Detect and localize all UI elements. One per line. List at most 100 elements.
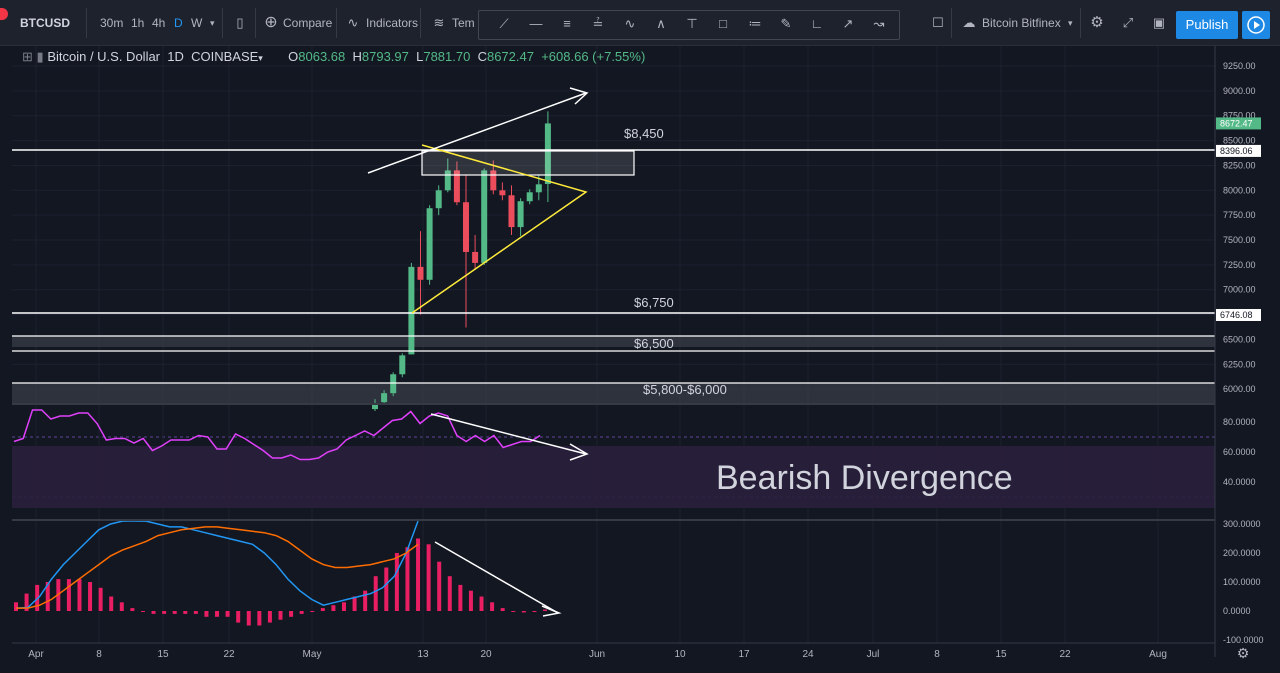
settings-gear-icon[interactable]: ⚙ — [1086, 12, 1108, 34]
time-tick-label: 20 — [480, 649, 492, 660]
abc-pattern-icon[interactable]: ≔ — [744, 13, 766, 35]
layout-name-button[interactable]: Bitcoin Bitfinex — [982, 11, 1061, 35]
bearish-divergence-label[interactable]: Bearish Divergence — [716, 459, 1013, 498]
toolbar-divider — [1080, 8, 1081, 38]
chart-settings-icon[interactable]: ⚙ — [1237, 646, 1250, 662]
interval-30m[interactable]: 30m — [100, 11, 123, 35]
time-tick-label: May — [303, 649, 322, 660]
price-tick-label: 7250.00 — [1223, 260, 1256, 270]
templates-icon[interactable]: ≋ — [428, 12, 450, 34]
price-axis[interactable]: 9250.009000.008750.008500.008250.008000.… — [1216, 61, 1264, 645]
last-price-label: 8672.47 — [1220, 118, 1253, 128]
legend-collapse-icon[interactable]: ⊞ — [22, 49, 33, 64]
candle-body[interactable] — [517, 201, 524, 228]
interval-dropdown-icon[interactable]: ▾ — [210, 11, 215, 35]
snapshot-camera-icon[interactable]: ▣ — [1148, 12, 1170, 34]
price-tick-label: 7750.00 — [1223, 210, 1256, 220]
macd-divergence-line[interactable] — [434, 541, 559, 614]
symbol-search[interactable]: BTCUSD — [20, 11, 70, 35]
layout-dropdown-icon[interactable]: ▾ — [1068, 11, 1073, 35]
horizontal-line-icon[interactable]: — — [525, 13, 547, 35]
macd-histogram-bar — [193, 611, 198, 614]
candle-body[interactable] — [417, 266, 424, 280]
interval-w[interactable]: W — [191, 11, 202, 35]
macd-histogram-bar — [119, 602, 124, 611]
candle-body[interactable] — [408, 266, 415, 355]
macd-histogram-bar — [246, 611, 251, 626]
templates-button[interactable]: Tem — [452, 11, 475, 35]
toolbar-divider — [222, 8, 223, 38]
brush-icon[interactable]: ✎ — [775, 13, 797, 35]
macd-histogram-bar — [405, 547, 410, 611]
macd-histogram-bar — [479, 596, 484, 611]
toolbar-divider — [255, 8, 256, 38]
measure-icon[interactable]: ↝ — [868, 13, 890, 35]
candle-body[interactable] — [435, 190, 442, 209]
macd-histogram-bar — [458, 584, 463, 611]
candle-body[interactable] — [472, 251, 479, 263]
legend-menu-icon[interactable]: ▮ — [37, 49, 44, 64]
annotation-8450[interactable]: $8,450 — [624, 126, 664, 141]
play-circle-icon — [1247, 16, 1265, 34]
macd-histogram-bar — [172, 611, 177, 614]
macd-histogram-bar — [88, 582, 93, 611]
candle-body[interactable] — [499, 190, 506, 196]
time-axis[interactable]: Apr 8 15 22 May 13 20 Jun 10 17 24 Jul 8 15 22 Aug — [28, 649, 1167, 660]
legend-exchange[interactable]: COINBASE — [191, 49, 258, 64]
text-tool-icon[interactable]: ⊤ — [681, 13, 703, 35]
signal-line[interactable] — [16, 526, 419, 609]
annotation-5800-6000[interactable]: $5,800-$6,000 — [643, 382, 727, 397]
parallel-channel-icon[interactable]: ≡ — [556, 13, 578, 35]
interval-1h[interactable]: 1h — [131, 11, 144, 35]
macd-line[interactable] — [15, 520, 419, 609]
macd-histogram-bar — [331, 605, 336, 611]
legend-title[interactable]: Bitcoin / U.S. Dollar — [47, 49, 160, 64]
compare-button[interactable]: Compare — [283, 11, 332, 35]
elliott-wave-icon[interactable]: ∧ — [650, 13, 672, 35]
macd-histogram-bar — [14, 602, 18, 611]
cloud-icon[interactable]: ☁ — [958, 12, 980, 34]
replay-play-icon[interactable] — [1242, 11, 1270, 39]
candle-body[interactable] — [481, 170, 488, 263]
rsi-tick-label: 60.0000 — [1223, 447, 1256, 457]
time-tick-label: 24 — [802, 649, 814, 660]
price-tick-label: 8250.00 — [1223, 160, 1256, 170]
time-tick-label: 8 — [934, 649, 940, 660]
price-tick-label: 6250.00 — [1223, 359, 1256, 369]
interval-d[interactable]: D — [174, 11, 183, 35]
legend-change: +608.66 (+7.55%) — [541, 49, 646, 64]
zone-5800-6000 — [12, 383, 1215, 404]
pattern-icon[interactable]: ∿ — [619, 13, 641, 35]
indicators-icon[interactable]: ∿ — [342, 12, 364, 34]
candle-body[interactable] — [381, 393, 388, 403]
rectangle-icon[interactable]: □ — [712, 13, 734, 35]
checkbox-icon[interactable]: ☐ — [927, 12, 949, 34]
candle-body[interactable] — [508, 195, 515, 228]
annotation-6500[interactable]: $6,500 — [634, 336, 674, 351]
macd-histogram-bar — [416, 538, 421, 611]
chart-style-icon[interactable]: ▯ — [229, 12, 251, 34]
level-price-label: 8396.06 — [1220, 146, 1253, 156]
candle-body[interactable] — [535, 184, 542, 193]
fib-retracement-icon[interactable]: ≟ — [587, 13, 609, 35]
candle-body[interactable] — [390, 374, 397, 394]
candle-body[interactable] — [426, 208, 433, 280]
gann-fan-icon[interactable]: ∟ — [806, 13, 828, 35]
candle-body[interactable] — [526, 192, 533, 202]
macd-histogram-bar — [215, 611, 220, 617]
macd-tick-label: -100.0000 — [1223, 635, 1264, 645]
time-tick-label: 13 — [417, 649, 429, 660]
annotation-6750[interactable]: $6,750 — [634, 295, 674, 310]
trend-line-icon[interactable]: ⟋ — [493, 13, 515, 35]
macd-histogram-bar — [151, 611, 156, 614]
interval-4h[interactable]: 4h — [152, 11, 165, 35]
legend-interval: 1D — [167, 49, 184, 64]
fullscreen-icon[interactable]: ⤢ — [1117, 12, 1139, 34]
legend-exchange-chevron-icon[interactable]: ▾ — [258, 53, 263, 63]
compare-plus-icon[interactable]: ⊕ — [260, 12, 282, 34]
forecast-icon[interactable]: ↗ — [837, 13, 859, 35]
candle-body[interactable] — [399, 355, 406, 375]
candle-body[interactable] — [463, 202, 469, 252]
indicators-button[interactable]: Indicators — [366, 11, 418, 35]
publish-button[interactable]: Publish — [1176, 11, 1238, 39]
